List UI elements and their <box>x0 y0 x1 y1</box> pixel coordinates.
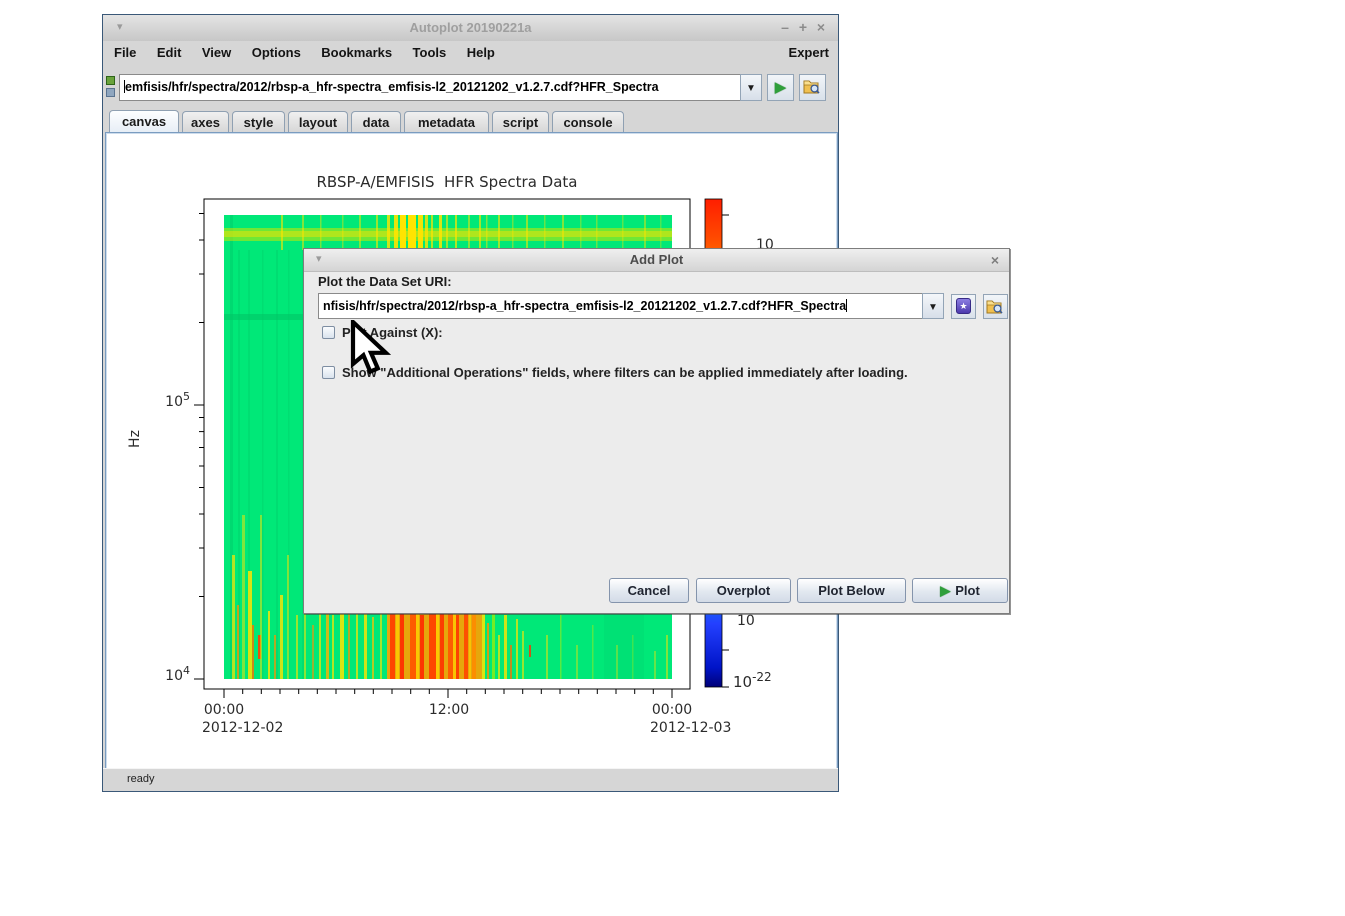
chevron-down-icon: ▼ <box>928 302 938 313</box>
show-operations-label: Show "Additional Operations" fields, whe… <box>342 365 908 380</box>
tab-script[interactable]: script <box>492 111 549 132</box>
play-icon: ▶ <box>940 583 951 598</box>
dialog-title: Add Plot <box>629 252 684 267</box>
close-button[interactable]: × <box>812 19 830 35</box>
datasource-status-icon <box>106 76 116 98</box>
status-bar: ready <box>103 768 838 791</box>
menu-tools[interactable]: Tools <box>405 41 455 60</box>
tab-metadata[interactable]: metadata <box>404 111 489 132</box>
dialog-inspect-button[interactable]: ★ <box>951 294 976 319</box>
expert-label[interactable]: Expert <box>789 45 829 60</box>
uri-input[interactable]: emfisis/hfr/spectra/2012/rbsp-a_hfr-spec… <box>119 74 741 101</box>
text-caret <box>846 299 848 312</box>
colorbar-label-bottom: 10-22 <box>733 670 772 691</box>
plot-against-checkbox[interactable] <box>322 326 335 339</box>
tab-layout[interactable]: layout <box>288 111 348 132</box>
y-tick-1e5: 105 <box>165 390 190 410</box>
menu-bar: File Edit View Options Bookmarks Tools H… <box>103 41 838 64</box>
y-tick-1e4: 104 <box>165 664 190 684</box>
tab-console[interactable]: console <box>552 111 624 132</box>
dialog-close-button[interactable]: × <box>991 252 999 268</box>
y-axis-label: Hz <box>126 430 143 448</box>
x-date-right: 2012-12-03 <box>650 720 732 736</box>
tab-style[interactable]: style <box>232 111 285 132</box>
minimize-button[interactable]: – <box>776 19 794 35</box>
folder-search-icon <box>986 300 1003 314</box>
x-tick-0000-left: 00:00 <box>203 702 245 718</box>
folder-search-icon <box>803 80 820 94</box>
menu-view[interactable]: View <box>194 41 239 60</box>
colorbar-label-mid-partial: 10 <box>737 613 755 629</box>
menu-file[interactable]: File <box>106 41 144 60</box>
menu-edit[interactable]: Edit <box>149 41 190 60</box>
window-title: Autoplot 20190221a <box>409 20 532 35</box>
menu-options[interactable]: Options <box>244 41 309 60</box>
plot-button[interactable]: ▶ Plot <box>912 578 1008 603</box>
play-icon: ▶ <box>774 79 787 96</box>
go-plot-button[interactable]: ▶ <box>767 74 794 101</box>
dialog-browse-button[interactable] <box>983 294 1008 319</box>
tab-axes[interactable]: axes <box>182 111 229 132</box>
dialog-titlebar[interactable]: ▾ Add Plot × <box>304 249 1009 272</box>
status-text: ready <box>127 773 155 785</box>
x-tick-0000-right: 00:00 <box>651 702 693 718</box>
plot-below-button[interactable]: Plot Below <box>797 578 906 603</box>
x-date-left: 2012-12-02 <box>202 720 284 736</box>
y-axis-ticks <box>194 213 204 680</box>
chevron-down-icon: ▼ <box>746 83 756 94</box>
maximize-button[interactable]: + <box>794 19 812 35</box>
overplot-button[interactable]: Overplot <box>696 578 791 603</box>
tab-data[interactable]: data <box>351 111 401 132</box>
window-titlebar[interactable]: ▾ Autoplot 20190221a – + × <box>103 15 838 42</box>
browse-button[interactable] <box>799 74 826 101</box>
magic-star-icon: ★ <box>956 298 971 314</box>
cancel-button[interactable]: Cancel <box>609 578 689 603</box>
show-operations-checkbox[interactable] <box>322 366 335 379</box>
plot-title: RBSP-A/EMFISIS HFR Spectra Data <box>316 173 578 191</box>
uri-dropdown-button[interactable]: ▼ <box>740 74 762 101</box>
tab-bar: canvas axes style layout data metadata s… <box>103 110 838 132</box>
dialog-uri-label: Plot the Data Set URI: <box>318 274 452 289</box>
mouse-cursor <box>349 317 393 381</box>
add-plot-dialog: ▾ Add Plot × Plot the Data Set URI: nfis… <box>303 248 1010 614</box>
tab-canvas[interactable]: canvas <box>109 110 179 132</box>
menu-bookmarks[interactable]: Bookmarks <box>313 41 400 60</box>
dialog-uri-input[interactable]: nfisis/hfr/spectra/2012/rbsp-a_hfr-spect… <box>318 293 923 319</box>
dialog-uri-dropdown-button[interactable]: ▼ <box>922 293 944 319</box>
x-tick-1200: 12:00 <box>428 702 470 718</box>
menu-help[interactable]: Help <box>459 41 503 60</box>
x-axis-ticks <box>223 689 673 698</box>
